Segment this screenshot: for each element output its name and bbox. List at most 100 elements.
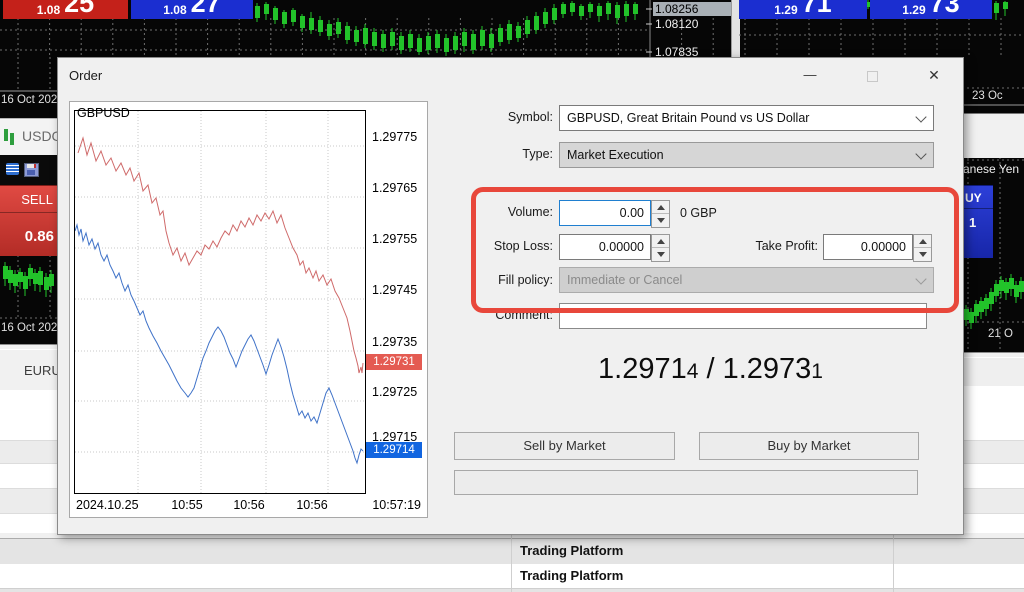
quote-prefix: 1.29 (902, 3, 925, 17)
bid-price-main: 1.2971 (598, 353, 687, 385)
dialog-title: Order (69, 68, 102, 83)
fill-policy-value: Immediate or Cancel (567, 273, 682, 287)
time-axis-label: 2024.10.25 (76, 498, 146, 512)
sell-quote-tile-eurusd[interactable]: 1.08 25 (3, 0, 128, 19)
maximize-button[interactable] (854, 63, 890, 87)
chart-date-label: 16 Oct 202 (1, 94, 57, 106)
sell-quote-tile-gbpusd[interactable]: 1.29 71 (739, 0, 867, 19)
arrow-up-icon (919, 239, 927, 244)
quote-prefix: 1.29 (774, 3, 797, 17)
buy-label: UY (965, 191, 982, 205)
symbol-description-label: anese Yen (963, 162, 1019, 176)
volume-currency-suffix: 0 GBP (680, 206, 717, 220)
one-click-sell-button[interactable]: SELL 0.86 (0, 185, 57, 256)
journal-row[interactable]: Trading Platform (0, 538, 1024, 565)
stepper-up-button[interactable] (652, 235, 669, 248)
market-watch-row-eurusd[interactable]: EURUSD (0, 350, 57, 390)
buy-by-market-button[interactable]: Buy by Market (699, 432, 919, 460)
type-label: Type: (433, 147, 553, 161)
symbol-name: USDC (22, 128, 62, 144)
arrow-up-icon (657, 239, 665, 244)
price-axis-label: 1.29765 (372, 181, 417, 195)
price-scale-label: 1.08120 (655, 17, 698, 31)
one-click-buy-button[interactable]: UY 1 (962, 185, 993, 258)
arrow-down-icon (657, 218, 665, 223)
chevron-down-icon (915, 148, 926, 159)
fill-policy-combobox-disabled: Immediate or Cancel (559, 267, 934, 293)
stop-loss-label: Stop Loss: (433, 239, 553, 253)
take-profit-input[interactable]: 0.00000 (823, 234, 913, 260)
column-divider (893, 533, 894, 592)
ask-price-pip: 1 (811, 360, 823, 383)
close-button[interactable]: ✕ (916, 63, 952, 87)
sell-label: SELL (21, 192, 53, 207)
symbol-combobox[interactable]: GBPUSD, Great Britain Pound vs US Dollar (559, 105, 934, 131)
buy-price: 1 (969, 215, 976, 230)
trading-app-window: 1.08 25 1.08 27 1.29 71 1.29 73 1.08256 … (0, 0, 1024, 592)
list-icon[interactable] (6, 163, 19, 175)
save-icon[interactable] (24, 163, 39, 177)
price-axis-label: 1.29755 (372, 232, 417, 246)
take-profit-label: Take Profit: (698, 239, 818, 253)
quote-big-digits: 27 (191, 0, 221, 17)
volume-input[interactable]: 0.00 (559, 200, 651, 226)
stepper-down-button[interactable] (914, 248, 931, 260)
journal-source: Trading Platform (520, 568, 623, 583)
symbol-label: Symbol: (433, 110, 553, 124)
comment-label: Comment: (433, 308, 553, 322)
candles-icon (10, 133, 14, 145)
volume-stepper (651, 200, 670, 228)
time-axis-label: 10:55 (162, 498, 212, 512)
price-axis-label: 1.29735 (372, 335, 417, 349)
panel-header-row (962, 113, 1024, 158)
table-row (962, 440, 1024, 464)
stepper-up-button[interactable] (652, 201, 669, 214)
order-status-bar (454, 470, 918, 495)
bid-line (75, 225, 363, 463)
buy-quote-tile-gbpusd[interactable]: 1.29 73 (870, 0, 992, 19)
bid-ask-quote: 1.29714 / 1.29731 (458, 353, 963, 395)
minimize-icon: — (804, 67, 817, 82)
buy-quote-tile-eurusd[interactable]: 1.08 27 (131, 0, 253, 19)
quote-separator: / (698, 353, 722, 385)
time-axis-label: 10:56 (224, 498, 274, 512)
stepper-down-button[interactable] (652, 214, 669, 226)
quote-big-digits: 71 (802, 0, 832, 17)
tick-chart-plot (74, 110, 366, 494)
minimize-button[interactable]: — (792, 63, 828, 87)
chart-date-label: 16 Oct 202 (1, 322, 57, 334)
candles-icon (4, 129, 8, 141)
column-divider (511, 533, 512, 592)
time-axis-label: 10:57:19 (359, 498, 421, 512)
bid-price-tag: 1.29714 (366, 442, 422, 458)
arrow-up-icon (657, 205, 665, 210)
fill-policy-label: Fill policy: (433, 273, 553, 287)
ask-price-main: 1.2973 (723, 353, 812, 385)
stop-loss-input[interactable]: 0.00000 (559, 234, 651, 260)
chart-date-label: 21 O (988, 328, 1013, 340)
sell-by-market-button[interactable]: Sell by Market (454, 432, 675, 460)
chevron-down-icon (915, 111, 926, 122)
price-scale-current: 1.08256 (653, 2, 731, 16)
chart-date-label: 23 Oc (972, 90, 1003, 102)
type-combobox[interactable]: Market Execution (559, 142, 934, 168)
table-row (0, 440, 57, 464)
arrow-down-icon (657, 252, 665, 257)
market-watch-row-usdc[interactable]: USDC (0, 118, 57, 156)
quote-big-digits: 73 (930, 0, 960, 17)
arrow-down-icon (919, 252, 927, 257)
tick-chart-panel: GBPUSD 1.29715 1.29731 1.29714 1.297751.… (69, 101, 428, 518)
type-value: Market Execution (567, 148, 664, 162)
stepper-down-button[interactable] (652, 248, 669, 260)
symbol-value: GBPUSD, Great Britain Pound vs US Dollar (567, 111, 809, 125)
journal-row[interactable]: Trading Platform (0, 564, 1024, 589)
table-row (0, 488, 57, 514)
price-axis-label: 1.29775 (372, 130, 417, 144)
table-row (962, 488, 1024, 514)
tick-chart-lines (75, 111, 365, 493)
price-axis-label: 1.29745 (372, 283, 417, 297)
divider (0, 212, 57, 213)
comment-input[interactable] (559, 303, 927, 329)
stepper-up-button[interactable] (914, 235, 931, 248)
sell-price: 0.86 (25, 228, 54, 245)
